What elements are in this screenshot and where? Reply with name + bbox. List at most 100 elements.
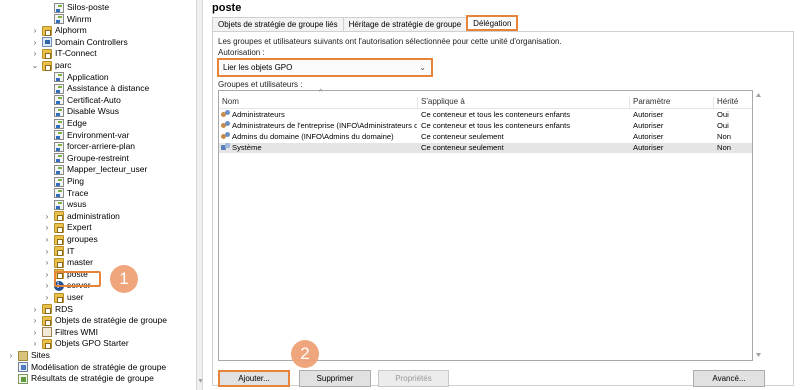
gpo-link-icon bbox=[54, 2, 64, 13]
tree-item-mod-lisation-de-strat-gie-de-groupe[interactable]: Modélisation de stratégie de groupe bbox=[7, 362, 166, 373]
tree-item-alphorm[interactable]: › Alphorm bbox=[31, 25, 87, 36]
tree-item-label: Disable Wsus bbox=[67, 106, 119, 117]
expand-icon[interactable]: › bbox=[31, 25, 39, 36]
step-2-badge: 2 bbox=[291, 340, 319, 368]
tree-item-sites[interactable]: › Sites bbox=[7, 350, 50, 361]
tree-item-label: Modélisation de stratégie de groupe bbox=[31, 361, 167, 372]
tree-item-expert[interactable]: › Expert bbox=[43, 222, 92, 233]
gpo-link-icon bbox=[54, 14, 64, 25]
tree-item-groupes[interactable]: › groupes bbox=[43, 234, 98, 245]
tree-item-label: RDS bbox=[55, 303, 73, 314]
gpo-link-icon bbox=[54, 176, 64, 187]
autorisation-select[interactable]: Lier les objets GPO ⌄ bbox=[217, 58, 433, 77]
column-header-inherited[interactable]: Hérité bbox=[714, 97, 752, 109]
advanced-button[interactable]: Avancé... bbox=[693, 370, 765, 387]
expand-icon[interactable]: › bbox=[31, 37, 39, 48]
tree-item-disable-wsus[interactable]: Disable Wsus bbox=[43, 106, 119, 117]
gpo-link-icon bbox=[54, 164, 64, 175]
tree-item-ping[interactable]: Ping bbox=[43, 176, 84, 187]
expand-icon[interactable]: › bbox=[7, 350, 15, 361]
cell-name: Admins du domaine (INFO\Admins du domain… bbox=[221, 132, 417, 142]
tree-item-rds[interactable]: › RDS bbox=[31, 304, 73, 315]
tree-item-assistance-distance[interactable]: Assistance à distance bbox=[43, 83, 149, 94]
properties-button[interactable]: Propriétés bbox=[378, 370, 449, 387]
tree-item-r-sultats-de-strat-gie-de-groupe[interactable]: Résultats de stratégie de groupe bbox=[7, 373, 154, 384]
tree-item-label: Assistance à distance bbox=[67, 83, 150, 94]
expand-icon[interactable]: › bbox=[43, 269, 51, 280]
expand-icon[interactable]: › bbox=[43, 211, 51, 222]
gpo-link-icon bbox=[54, 83, 64, 94]
tree-item-environment-var[interactable]: Environment-var bbox=[43, 130, 129, 141]
add-button[interactable]: Ajouter... bbox=[218, 370, 290, 387]
autorisation-label: Autorisation : bbox=[218, 48, 265, 57]
tab-delegation[interactable]: Délégation bbox=[466, 15, 519, 31]
ou-folder-icon bbox=[42, 304, 52, 315]
tree-item-domain-controllers[interactable]: › Domain Controllers bbox=[31, 37, 128, 48]
cell-inherited: Oui bbox=[717, 110, 729, 119]
cell-inherited: Non bbox=[717, 132, 731, 141]
expand-icon[interactable]: › bbox=[31, 48, 39, 59]
user-group-icon bbox=[221, 132, 230, 140]
column-header-name[interactable]: Nom bbox=[219, 97, 418, 109]
tree-item-objets-gpo-starter[interactable]: › Objets GPO Starter bbox=[31, 338, 129, 349]
tree-item-forcer-arriere-plan[interactable]: forcer-arriere-plan bbox=[43, 141, 135, 152]
table-row[interactable]: Administrateurs de l'entreprise (INFO\Ad… bbox=[219, 121, 752, 131]
remove-button[interactable]: Supprimer bbox=[299, 370, 371, 387]
expand-icon[interactable]: › bbox=[31, 327, 39, 338]
tree-item-objets-de-strat-gie-de-groupe[interactable]: › Objets de stratégie de groupe bbox=[31, 315, 167, 326]
tree-item-it[interactable]: › IT bbox=[43, 246, 75, 257]
tree-item-filtres-wmi[interactable]: › Filtres WMI bbox=[31, 327, 98, 338]
tab-gpo-inheritance[interactable]: Héritage de stratégie de groupe bbox=[342, 17, 468, 31]
tab-strip: Objets de stratégie de groupe liés Hérit… bbox=[212, 15, 519, 31]
tree-item-trace[interactable]: Trace bbox=[43, 188, 88, 199]
tree-item-master[interactable]: › master bbox=[43, 257, 93, 268]
collapse-icon[interactable]: ⌄ bbox=[31, 60, 39, 71]
expand-icon[interactable]: › bbox=[43, 257, 51, 268]
table-row[interactable]: Admins du domaine (INFO\Admins du domain… bbox=[219, 132, 752, 142]
expand-icon[interactable]: › bbox=[31, 304, 39, 315]
tree-item-label: Filtres WMI bbox=[55, 326, 98, 337]
tree-item-user[interactable]: › user bbox=[43, 292, 84, 303]
tree-item-parc[interactable]: ⌄ parc bbox=[31, 60, 72, 71]
gpo-link-icon bbox=[54, 153, 64, 164]
tree-item-groupe-restreint[interactable]: Groupe-restreint bbox=[43, 153, 129, 164]
tree-item-certificat-auto[interactable]: Certificat-Auto bbox=[43, 95, 121, 106]
cell-inherited: Non bbox=[717, 143, 731, 152]
tree-item-mapper-lecteur-user[interactable]: Mapper_lecteur_user bbox=[43, 164, 147, 175]
column-header-applies[interactable]: S'applique à bbox=[418, 97, 630, 109]
tree-item-wsus[interactable]: wsus bbox=[43, 199, 86, 210]
expand-icon[interactable]: › bbox=[43, 222, 51, 233]
list-scrollbar[interactable] bbox=[754, 90, 763, 361]
expand-icon[interactable]: › bbox=[31, 315, 39, 326]
tree-item-it-connect[interactable]: › IT-Connect bbox=[31, 48, 97, 59]
tree-item-label: Sites bbox=[31, 350, 50, 360]
tab-linked-gpos[interactable]: Objets de stratégie de groupe liés bbox=[212, 17, 344, 31]
gpo-link-icon bbox=[54, 188, 64, 199]
permissions-list[interactable]: ^ Nom S'applique à Paramètre Hérité Admi… bbox=[218, 89, 753, 361]
expand-icon[interactable]: › bbox=[43, 234, 51, 245]
cell-setting: Autoriser bbox=[633, 110, 664, 119]
tree-item-winrm[interactable]: Winrm bbox=[43, 14, 92, 25]
cell-applies: Ce conteneur seulement bbox=[421, 143, 504, 152]
tree-item-edge[interactable]: Edge bbox=[43, 118, 87, 129]
tree-item-label: Alphorm bbox=[55, 25, 87, 36]
expand-icon[interactable]: › bbox=[43, 292, 51, 303]
expand-icon[interactable]: › bbox=[43, 280, 51, 291]
tree-item-silos-poste[interactable]: Silos-poste bbox=[43, 2, 109, 13]
tree-item-application[interactable]: Application bbox=[43, 72, 109, 83]
tree-item-administration[interactable]: › administration bbox=[43, 211, 120, 222]
cell-applies: Ce conteneur et tous les conteneurs enfa… bbox=[421, 110, 571, 119]
table-row[interactable]: Système Ce conteneur seulement Autoriser No… bbox=[219, 143, 752, 153]
expand-icon[interactable]: › bbox=[31, 338, 39, 349]
expand-icon[interactable]: › bbox=[43, 246, 51, 257]
ou-folder-icon bbox=[42, 60, 52, 71]
tree-item-label: Winrm bbox=[67, 13, 92, 24]
table-row[interactable]: Administrateurs Ce conteneur et tous les … bbox=[219, 110, 752, 120]
info-text: Les groupes et utilisateurs suivants ont… bbox=[218, 37, 562, 46]
tree-scrollbar[interactable] bbox=[196, 0, 203, 390]
column-header-setting[interactable]: Paramètre bbox=[630, 97, 714, 109]
